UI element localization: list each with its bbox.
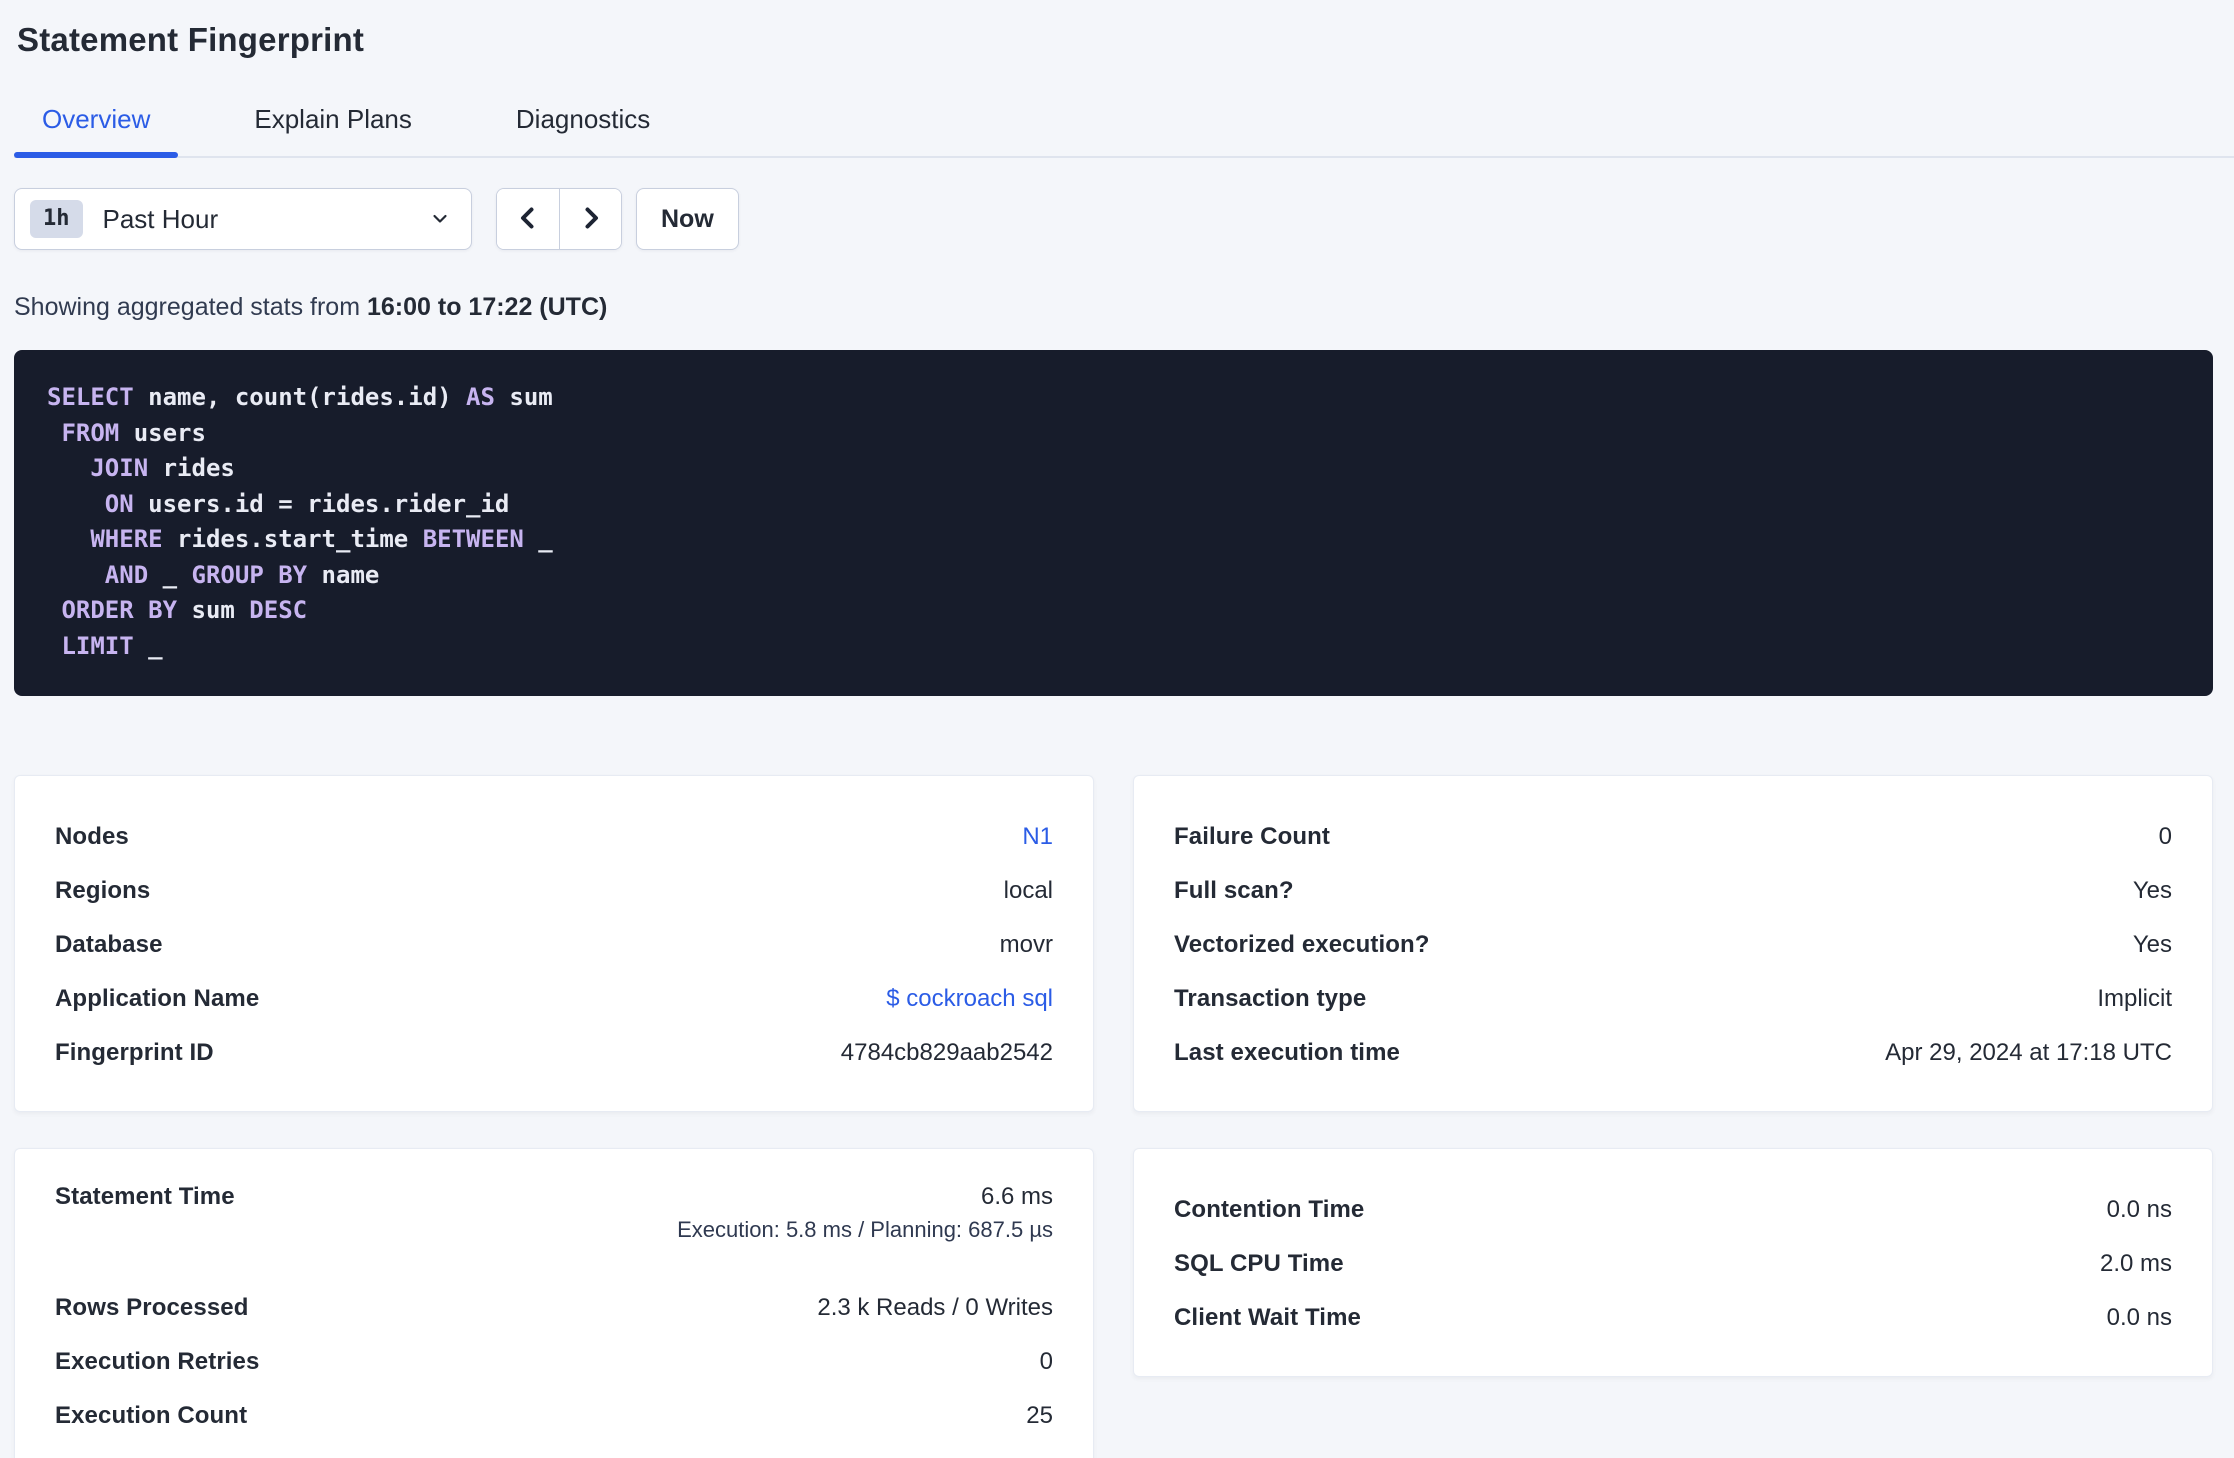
sql-code-line: WHERE rides.start_time BETWEEN _ <box>90 525 553 553</box>
table-row: Transaction type Implicit <box>1174 972 2172 1026</box>
nodes-link[interactable]: N1 <box>1022 823 1053 851</box>
aggregated-stats-line: Showing aggregated stats from 16:00 to 1… <box>14 292 2213 322</box>
time-nav-group <box>496 188 622 250</box>
sql-code-line: AND _ GROUP BY name <box>104 560 380 589</box>
row-value: 2.0 ms <box>2099 1250 2172 1277</box>
table-row: Execution Retries 0 <box>55 1335 1053 1389</box>
table-row: Application Name $ cockroach sql <box>55 972 1053 1026</box>
time-range-badge: 1h <box>30 200 83 238</box>
row-label: Contention Time <box>1174 1196 1365 1223</box>
time-controls: 1h Past Hour Now <box>14 188 2213 250</box>
statement-details-card: Nodes N1 Regions local Database movr App… <box>14 775 1094 1112</box>
tab-bar: Overview Explain Plans Diagnostics <box>14 104 2234 158</box>
execution-attributes-card: Failure Count 0 Full scan? Yes Vectorize… <box>1133 775 2213 1112</box>
row-label: Full scan? <box>1174 877 1294 904</box>
row-label: Vectorized execution? <box>1174 931 1430 958</box>
row-value: Yes <box>2132 931 2172 958</box>
table-row: Database movr <box>55 918 1053 972</box>
row-value: 0 <box>2158 823 2172 850</box>
table-row: Statement Time 6.6 ms Execution: 5.8 ms … <box>55 1183 1053 1263</box>
row-value: 2.3 k Reads / 0 Writes <box>817 1294 1053 1321</box>
table-row: Regions local <box>55 864 1053 918</box>
chevron-right-icon <box>577 204 605 235</box>
row-value: 6.6 ms <box>980 1183 1053 1210</box>
row-value: movr <box>999 931 1053 958</box>
sql-code-line: FROM users <box>61 418 206 447</box>
table-row: Execution Count 25 <box>55 1389 1053 1443</box>
wait-time-card: Contention Time 0.0 ns SQL CPU Time 2.0 … <box>1133 1148 2213 1377</box>
table-row: Nodes N1 <box>55 810 1053 864</box>
row-subvalue: Execution: 5.8 ms / Planning: 687.5 µs <box>677 1217 1053 1242</box>
row-label: Failure Count <box>1174 823 1330 850</box>
application-name-link[interactable]: $ cockroach sql <box>886 985 1053 1013</box>
statement-timing-card: Statement Time 6.6 ms Execution: 5.8 ms … <box>14 1148 1094 1458</box>
row-value: Apr 29, 2024 at 17:18 UTC <box>1885 1039 2172 1066</box>
row-value: 0.0 ns <box>2106 1304 2172 1331</box>
sql-code: SELECT name, count(rides.id) AS sum FROM… <box>47 380 2183 664</box>
row-label: Statement Time <box>55 1183 235 1210</box>
sql-code-line: LIMIT _ <box>61 631 163 660</box>
row-label: Last execution time <box>1174 1039 1400 1066</box>
chevron-down-icon <box>429 208 451 230</box>
row-label: Application Name <box>55 985 260 1012</box>
time-range-label: Past Hour <box>102 203 219 234</box>
row-label: Fingerprint ID <box>55 1039 214 1066</box>
next-interval-button[interactable] <box>559 189 621 249</box>
row-value: 4784cb829aab2542 <box>840 1039 1053 1066</box>
row-label: Regions <box>55 877 151 904</box>
row-value: Implicit <box>2097 985 2172 1012</box>
row-value: 0 <box>1039 1348 1053 1375</box>
table-row: Fingerprint ID 4784cb829aab2542 <box>55 1026 1053 1080</box>
stats-cards-grid: Nodes N1 Regions local Database movr App… <box>14 775 2213 1458</box>
stats-line-prefix: Showing aggregated stats from <box>14 293 367 321</box>
chevron-left-icon <box>514 204 542 235</box>
page-title: Statement Fingerprint <box>17 21 365 58</box>
tab-explain-plans[interactable]: Explain Plans <box>226 104 440 156</box>
statement-fingerprint-page: Statement Fingerprint Overview Explain P… <box>0 20 2234 1458</box>
sql-code-line: ORDER BY sum DESC <box>61 596 308 624</box>
row-label: Client Wait Time <box>1174 1304 1361 1331</box>
sql-statement-box: SELECT name, count(rides.id) AS sum FROM… <box>14 350 2213 696</box>
table-row: Full scan? Yes <box>1174 864 2172 918</box>
row-label: Database <box>55 931 163 958</box>
table-row: Rows Processed 2.3 k Reads / 0 Writes <box>55 1281 1053 1335</box>
previous-interval-button[interactable] <box>497 189 559 249</box>
table-row: Contention Time 0.0 ns <box>1174 1183 2172 1237</box>
row-label: Execution Count <box>55 1402 248 1429</box>
row-label: SQL CPU Time <box>1174 1250 1344 1277</box>
table-row: Failure Count 0 <box>1174 810 2172 864</box>
table-row: SQL CPU Time 2.0 ms <box>1174 1237 2172 1291</box>
row-value: 0.0 ns <box>2106 1196 2172 1223</box>
row-value: Yes <box>2132 877 2172 904</box>
time-range-dropdown[interactable]: 1h Past Hour <box>14 188 472 250</box>
row-label: Execution Retries <box>55 1348 260 1375</box>
tab-diagnostics[interactable]: Diagnostics <box>488 104 678 156</box>
row-label: Nodes <box>55 823 129 850</box>
sql-code-line: ON users.id = rides.rider_id <box>104 489 510 518</box>
sql-code-line: SELECT name, count(rides.id) AS sum <box>47 383 553 411</box>
row-label: Transaction type <box>1174 985 1367 1012</box>
table-row: Vectorized execution? Yes <box>1174 918 2172 972</box>
now-button[interactable]: Now <box>636 188 739 250</box>
tab-overview[interactable]: Overview <box>14 104 179 158</box>
row-label: Rows Processed <box>55 1294 249 1321</box>
stats-line-range: 16:00 to 17:22 (UTC) <box>366 293 608 321</box>
row-value-group: 6.6 ms Execution: 5.8 ms / Planning: 687… <box>677 1183 1053 1243</box>
table-row: Last execution time Apr 29, 2024 at 17:1… <box>1174 1026 2172 1080</box>
sql-code-line: JOIN rides <box>90 454 235 482</box>
row-value: local <box>1003 877 1053 904</box>
row-value: 25 <box>1026 1402 1053 1429</box>
table-row: Client Wait Time 0.0 ns <box>1174 1291 2172 1345</box>
